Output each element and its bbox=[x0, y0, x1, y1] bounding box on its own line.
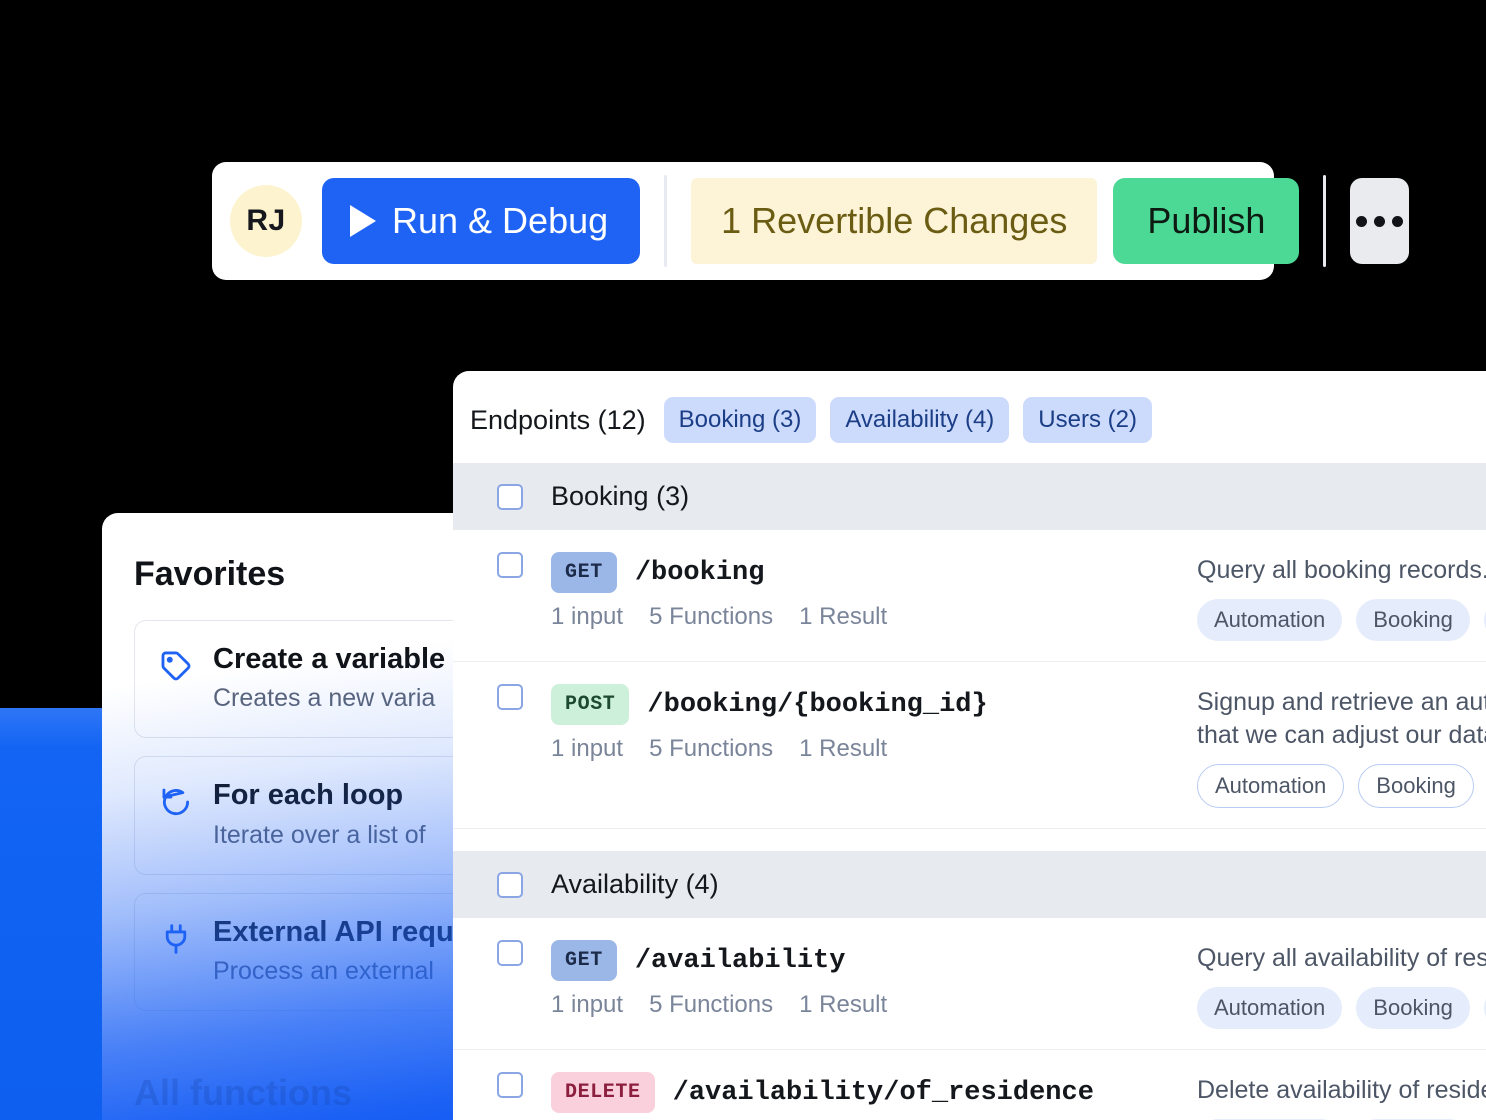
endpoint-identity: GET /availability 1 input 5 Functions 1 … bbox=[551, 940, 887, 1019]
endpoints-scroll-area[interactable]: Endpoints (12) Booking (3) Availability … bbox=[453, 371, 1486, 1120]
method-badge: GET bbox=[551, 940, 617, 981]
endpoint-meta: 1 input 5 Functions 1 Result bbox=[551, 991, 887, 1019]
endpoint-meta: 1 input 5 Functions 1 Result bbox=[551, 603, 887, 631]
endpoint-inputs: 1 input bbox=[551, 991, 624, 1018]
endpoint-row[interactable]: GET /booking 1 input 5 Functions 1 Resul… bbox=[453, 530, 1486, 662]
group-checkbox[interactable] bbox=[497, 483, 523, 510]
endpoint-identity: GET /booking 1 input 5 Functions 1 Resul… bbox=[551, 552, 887, 631]
endpoint-group-header-availability[interactable]: Availability (4) bbox=[453, 851, 1486, 918]
endpoint-identity: POST /booking/{booking_id} 1 input 5 Fun… bbox=[551, 684, 988, 763]
endpoint-functions: 5 Functions bbox=[649, 603, 774, 630]
endpoints-panel: Endpoints (12) Booking (3) Availability … bbox=[453, 371, 1486, 1120]
more-options-button[interactable] bbox=[1350, 178, 1410, 264]
endpoint-functions: 5 Functions bbox=[649, 991, 774, 1018]
endpoint-right: Delete availability of residences rec Au… bbox=[1197, 1072, 1486, 1120]
endpoint-row[interactable]: DELETE /availability/of_residence 1 inpu… bbox=[453, 1050, 1486, 1120]
method-badge: POST bbox=[551, 684, 630, 725]
endpoint-meta: 1 input 5 Functions 1 Result bbox=[551, 735, 988, 763]
screenshot-root: Favorites Create a variable Creates a ne… bbox=[0, 0, 1486, 1120]
endpoint-path: /availability/of_residence bbox=[672, 1077, 1094, 1108]
endpoint-group-header-booking[interactable]: Booking (3) bbox=[453, 463, 1486, 530]
endpoint-right: Query all availability of residences Aut… bbox=[1197, 940, 1486, 1029]
endpoint-inputs: 1 input bbox=[551, 735, 624, 762]
group-name: Booking (3) bbox=[551, 481, 690, 511]
ellipsis-icon bbox=[1374, 215, 1386, 227]
endpoint-left: GET /booking 1 input 5 Functions 1 Resul… bbox=[497, 552, 1197, 631]
ellipsis-icon bbox=[1356, 215, 1368, 227]
endpoint-tag[interactable]: Automation bbox=[1197, 764, 1345, 808]
play-icon bbox=[350, 205, 376, 237]
run-and-debug-button[interactable]: Run & Debug bbox=[322, 178, 641, 264]
ellipsis-icon bbox=[1392, 215, 1404, 227]
favorite-item-desc: Process an external bbox=[213, 957, 434, 986]
group-name: Availability (4) bbox=[551, 869, 719, 899]
endpoint-tags: Automation Booking Version 1.0 bbox=[1197, 599, 1486, 641]
row-checkbox[interactable] bbox=[497, 684, 523, 710]
method-badge: DELETE bbox=[551, 1072, 655, 1113]
endpoint-tags: Automation Booking Version 1.0 bbox=[1197, 764, 1486, 808]
endpoint-path: /booking bbox=[634, 557, 765, 588]
endpoint-row[interactable]: POST /booking/{booking_id} 1 input 5 Fun… bbox=[453, 662, 1486, 829]
filter-chip-availability[interactable]: Availability (4) bbox=[830, 397, 1010, 443]
group-checkbox[interactable] bbox=[497, 871, 523, 898]
tag-icon bbox=[159, 649, 193, 683]
endpoint-description: Query all booking records. bbox=[1197, 556, 1486, 584]
method-badge: GET bbox=[551, 552, 617, 593]
endpoint-results: 1 Result bbox=[799, 735, 888, 762]
favorite-item-desc: Creates a new varia bbox=[213, 684, 436, 713]
favorite-item-name: External API requ bbox=[213, 915, 454, 948]
top-toolbar: RJ Run & Debug 1 Revertible Changes Publ… bbox=[212, 162, 1410, 280]
row-checkbox[interactable] bbox=[497, 1072, 523, 1098]
endpoint-inputs: 1 input bbox=[551, 603, 624, 630]
row-checkbox[interactable] bbox=[497, 552, 523, 578]
endpoint-path: /availability bbox=[634, 945, 846, 976]
endpoint-left: GET /availability 1 input 5 Functions 1 … bbox=[497, 940, 1197, 1019]
toolbar-divider bbox=[1323, 175, 1327, 267]
endpoint-tag[interactable]: Booking bbox=[1356, 987, 1470, 1029]
all-functions-label: All functions bbox=[134, 1072, 352, 1113]
endpoint-tag[interactable]: Automation bbox=[1197, 599, 1343, 641]
endpoint-tags: Automation Booking Version 1.0 bbox=[1197, 987, 1486, 1029]
endpoint-description: Query all availability of residences bbox=[1197, 944, 1486, 972]
endpoint-left: DELETE /availability/of_residence 1 inpu… bbox=[497, 1072, 1197, 1120]
endpoint-tag[interactable]: Automation bbox=[1197, 987, 1343, 1029]
endpoint-right: Query all booking records. Automation Bo… bbox=[1197, 552, 1486, 641]
endpoint-left: POST /booking/{booking_id} 1 input 5 Fun… bbox=[497, 684, 1197, 763]
endpoint-tag[interactable]: Booking bbox=[1356, 599, 1470, 641]
gradient-noise bbox=[0, 708, 102, 748]
endpoint-title-line: GET /booking bbox=[551, 552, 887, 593]
endpoint-title-line: POST /booking/{booking_id} bbox=[551, 684, 988, 725]
endpoint-right: Signup and retrieve an authentication th… bbox=[1197, 684, 1486, 808]
avatar[interactable]: RJ bbox=[230, 185, 302, 257]
favorite-item-name: For each loop bbox=[213, 779, 404, 812]
endpoint-title-line: GET /availability bbox=[551, 940, 887, 981]
loop-icon bbox=[159, 785, 193, 819]
filter-chip-users[interactable]: Users (2) bbox=[1023, 397, 1152, 443]
blue-gradient-block bbox=[0, 708, 102, 1120]
endpoint-functions: 5 Functions bbox=[649, 735, 774, 762]
endpoint-results: 1 Result bbox=[799, 603, 888, 630]
endpoint-identity: DELETE /availability/of_residence 1 inpu… bbox=[551, 1072, 1094, 1120]
plug-icon bbox=[159, 922, 193, 956]
run-and-debug-label: Run & Debug bbox=[392, 200, 609, 241]
filter-chip-booking[interactable]: Booking (3) bbox=[663, 397, 817, 443]
endpoint-path: /booking/{booking_id} bbox=[647, 689, 988, 720]
endpoints-title: Endpoints (12) bbox=[470, 404, 646, 435]
endpoint-tag[interactable]: Booking bbox=[1358, 764, 1474, 808]
row-checkbox[interactable] bbox=[497, 940, 523, 966]
endpoints-header: Endpoints (12) Booking (3) Availability … bbox=[453, 371, 1486, 463]
endpoint-description: Signup and retrieve an authentication th… bbox=[1197, 688, 1486, 749]
endpoint-description: Delete availability of residences rec bbox=[1197, 1076, 1486, 1104]
publish-button[interactable]: Publish bbox=[1113, 178, 1300, 264]
revertible-changes-button[interactable]: 1 Revertible Changes bbox=[691, 178, 1098, 264]
toolbar-divider bbox=[664, 175, 668, 267]
endpoint-row[interactable]: GET /availability 1 input 5 Functions 1 … bbox=[453, 918, 1486, 1050]
favorite-item-name: Create a variable bbox=[213, 643, 446, 675]
endpoint-results: 1 Result bbox=[799, 991, 888, 1018]
endpoint-title-line: DELETE /availability/of_residence bbox=[551, 1072, 1094, 1113]
favorite-item-desc: Iterate over a list of bbox=[213, 820, 426, 849]
